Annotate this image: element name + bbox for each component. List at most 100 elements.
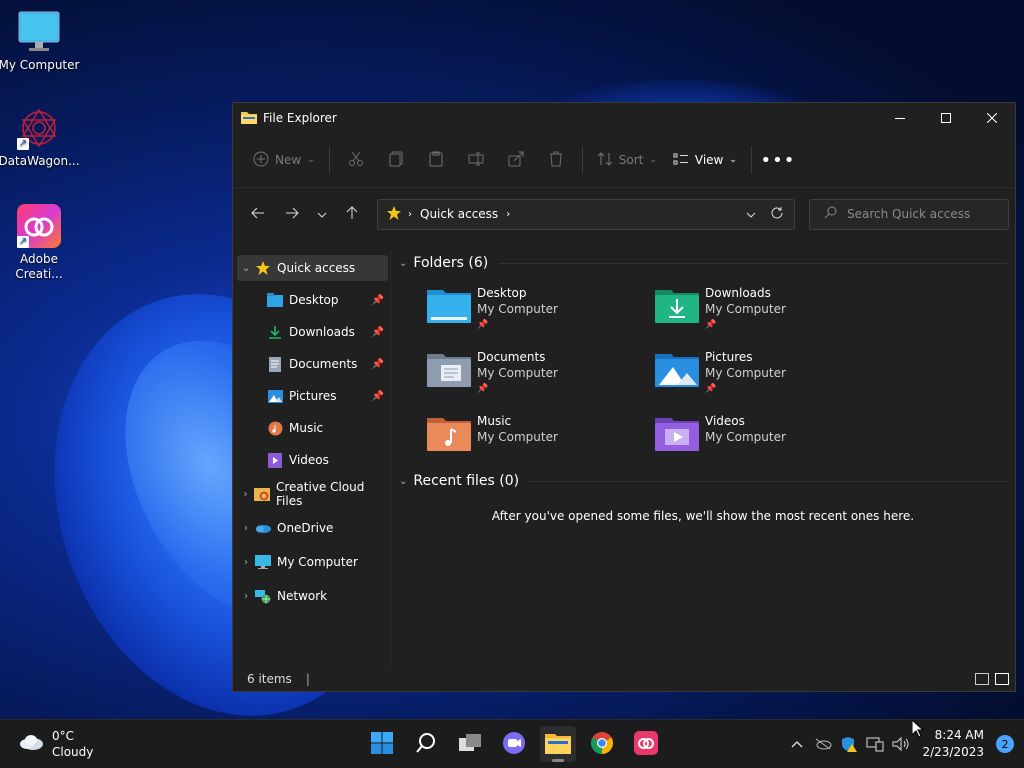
minimize-button[interactable] [877,103,923,133]
task-view-icon [458,732,482,757]
sidebar-item-label: Desktop [289,293,339,307]
group-title: Folders (6) [413,255,489,271]
file-explorer-taskbar-button[interactable] [540,726,576,762]
active-indicator [552,759,564,762]
delete-button[interactable] [536,144,576,176]
large-icons-view-button[interactable] [995,673,1009,685]
chat-button[interactable] [496,726,532,762]
weather-temperature: 0°C [52,729,75,743]
back-button[interactable] [241,199,275,229]
chevron-right-icon: › [506,208,511,220]
chevron-down-icon[interactable]: ⌄ [237,263,255,274]
copy-button[interactable] [376,144,416,176]
sidebar-item-music[interactable]: Music [237,415,388,441]
folder-tile-music[interactable]: Music My Computer [427,413,655,463]
view-label: View [694,153,724,167]
folder-tile-pictures[interactable]: Pictures My Computer 📌 [655,349,883,399]
breadcrumb[interactable]: Quick access [420,207,498,221]
volume-icon[interactable] [892,735,910,753]
sidebar-item-pictures[interactable]: Pictures 📌 [237,383,388,409]
view-button[interactable]: View ⌄ [665,144,745,176]
folder-tile-documents[interactable]: Documents My Computer 📌 [427,349,655,399]
chevron-down-icon: ⌄ [729,155,737,165]
sidebar-item-my-computer[interactable]: › My Computer [237,549,388,575]
new-label: New [275,153,302,167]
network-status-icon[interactable] [866,735,884,753]
search-button[interactable] [408,726,444,762]
recent-files-empty-message: After you've opened some files, we'll sh… [491,509,915,523]
pin-icon: 📌 [371,294,384,306]
clock[interactable]: 8:24 AM 2/23/2023 [918,727,988,761]
folders-group-header[interactable]: ⌄ Folders (6) [399,251,1007,275]
sidebar-item-label: Downloads [289,325,355,339]
folder-location: My Computer [705,366,786,380]
documents-folder-icon [427,351,471,387]
notification-badge[interactable]: 2 [996,735,1014,753]
maximize-button[interactable] [923,103,969,133]
search-icon [415,732,437,757]
share-button[interactable] [496,144,536,176]
folder-location: My Computer [477,302,558,316]
weather-widget[interactable]: 0°C Cloudy [18,728,93,760]
computer-icon [255,554,271,570]
forward-button[interactable] [275,199,309,229]
folder-location: My Computer [705,430,786,444]
address-dropdown-icon[interactable] [746,207,756,221]
pin-icon: 📌 [705,320,717,330]
chrome-button[interactable] [584,726,620,762]
folder-tile-downloads[interactable]: Downloads My Computer 📌 [655,285,883,335]
more-options-button[interactable]: ••• [758,144,798,176]
close-button[interactable] [969,103,1015,133]
recent-locations-button[interactable] [309,199,335,229]
downloads-icon [267,324,283,340]
sidebar-item-network[interactable]: › Network [237,583,388,609]
pin-icon: 📌 [477,320,489,330]
chevron-right-icon[interactable]: › [237,557,255,568]
sort-button[interactable]: Sort ⌄ [589,144,665,176]
start-button[interactable] [364,726,400,762]
sidebar-item-downloads[interactable]: Downloads 📌 [237,319,388,345]
cut-button[interactable] [336,144,376,176]
onedrive-status-icon[interactable] [814,735,832,753]
up-button[interactable] [335,199,369,229]
sidebar-item-creative-cloud-files[interactable]: › Creative Cloud Files [237,480,388,508]
folder-tile-videos[interactable]: Videos My Computer [655,413,883,463]
paste-button[interactable] [416,144,456,176]
sidebar-item-quick-access[interactable]: ⌄ Quick access [237,255,388,281]
chevron-right-icon[interactable]: › [237,489,254,500]
refresh-icon[interactable] [770,206,784,223]
adobe-cc-icon: ↗ [17,204,61,248]
rename-button[interactable] [456,144,496,176]
title-bar[interactable]: File Explorer [233,103,1015,133]
sidebar-item-videos[interactable]: Videos [237,447,388,473]
sidebar-item-label: My Computer [277,555,358,569]
adobe-cc-taskbar-button[interactable] [628,726,664,762]
chevron-right-icon[interactable]: › [237,591,255,602]
sidebar-item-label: Videos [289,453,329,467]
sidebar-item-label: OneDrive [277,521,334,535]
search-box[interactable]: Search Quick access [809,198,1009,230]
creative-cloud-folder-icon [254,486,270,502]
folder-name: Videos [705,414,745,428]
chevron-right-icon[interactable]: › [237,523,255,534]
pin-icon: 📌 [371,326,384,338]
new-button[interactable]: New ⌄ [245,144,323,176]
desktop-icon-my-computer[interactable]: My Computer [0,10,81,72]
sidebar-item-documents[interactable]: Documents 📌 [237,351,388,377]
recent-files-group-header[interactable]: ⌄ Recent files (0) [399,469,1007,493]
sidebar-item-onedrive[interactable]: › OneDrive [237,515,388,541]
mouse-cursor-icon [911,718,925,741]
folder-name: Music [477,414,512,428]
desktop-icon-datawagon[interactable]: ↗ DataWagon... [0,106,81,168]
address-bar[interactable]: › Quick access › [377,198,795,230]
desktop-icon-adobe-cc[interactable]: ↗ Adobe Creati... [0,204,81,282]
security-warning-icon[interactable] [840,735,858,753]
sidebar-item-desktop[interactable]: Desktop 📌 [237,287,388,313]
folder-tile-desktop[interactable]: Desktop My Computer 📌 [427,285,655,335]
divider [498,262,1007,264]
show-hidden-icons-button[interactable] [788,735,806,753]
adobe-cc-icon [634,730,658,758]
sidebar-item-label: Pictures [289,389,337,403]
details-view-button[interactable] [975,673,989,685]
task-view-button[interactable] [452,726,488,762]
